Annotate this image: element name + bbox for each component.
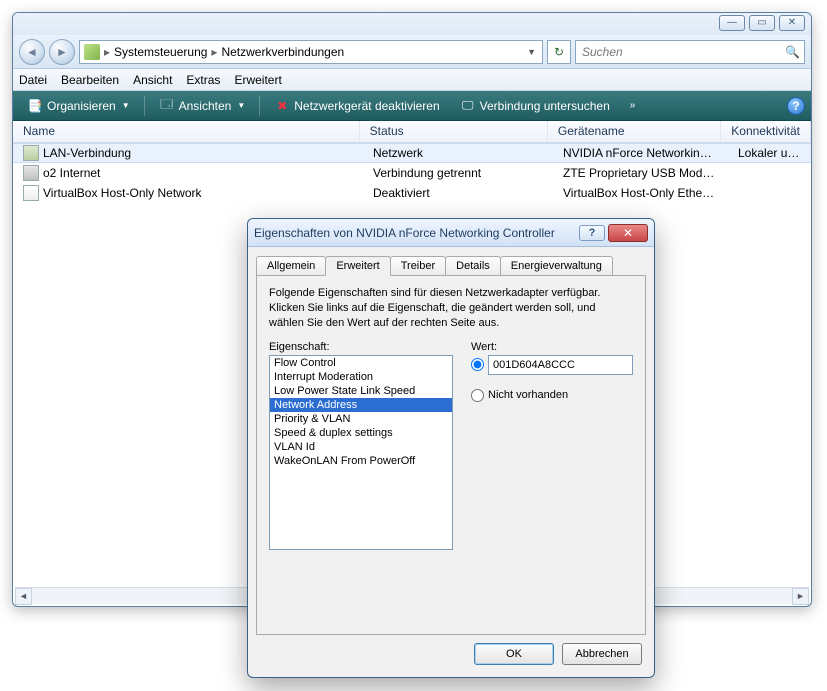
breadcrumb-seg-2[interactable]: Netzwerkverbindungen	[221, 45, 344, 59]
list-item[interactable]: Speed & duplex settings	[270, 426, 452, 440]
network-adapter-icon	[23, 165, 39, 181]
window-close-button[interactable]: ✕	[779, 15, 805, 31]
tab-driver[interactable]: Treiber	[390, 256, 446, 276]
menu-extras[interactable]: Extras	[186, 73, 220, 87]
command-separator	[259, 96, 260, 116]
connection-list: LAN-Verbindung NetzwerkNVIDIA nForce Netw…	[13, 143, 811, 203]
cmd-disable-label: Netzwerkgerät deaktivieren	[294, 99, 439, 113]
window-titlebar: — ▭ ✕	[13, 13, 811, 35]
nav-forward-button[interactable]: ►	[49, 39, 75, 65]
breadcrumb-seg-1[interactable]: Systemsteuerung	[114, 45, 207, 59]
search-icon[interactable]: 🔍	[785, 45, 800, 59]
cmd-overflow[interactable]: »	[622, 100, 644, 111]
cmd-views-label: Ansichten	[179, 99, 232, 113]
list-item[interactable]: Flow Control	[270, 356, 452, 370]
row-conn: Lokaler und In	[728, 146, 811, 160]
network-adapter-icon	[23, 185, 39, 201]
instructions-text: Folgende Eigenschaften sind für diesen N…	[269, 286, 633, 331]
cmd-organize[interactable]: 📑 Organisieren ▼	[19, 96, 138, 116]
table-row[interactable]: LAN-Verbindung NetzwerkNVIDIA nForce Netw…	[13, 143, 811, 163]
nav-row: ◄ ► ▸ Systemsteuerung ▸ Netzwerkverbindu…	[13, 35, 811, 69]
views-icon: 🗔	[159, 98, 175, 114]
nav-back-button[interactable]: ◄	[19, 39, 45, 65]
value-label: Wert:	[471, 341, 633, 353]
column-headers: Name Status Gerätename Konnektivität	[13, 121, 811, 143]
menu-edit[interactable]: Bearbeiten	[61, 73, 119, 87]
disable-icon: ✖	[274, 98, 290, 114]
chevron-down-icon: ▼	[122, 101, 130, 110]
tab-advanced[interactable]: Erweitert	[325, 256, 390, 276]
cancel-button[interactable]: Abbrechen	[562, 643, 642, 665]
col-name[interactable]: Name	[13, 121, 360, 142]
list-item[interactable]: Interrupt Moderation	[270, 370, 452, 384]
menu-bar: Datei Bearbeiten Ansicht Extras Erweiter…	[13, 69, 811, 91]
address-dropdown-icon[interactable]: ▼	[525, 47, 538, 57]
value-absent-radio[interactable]	[471, 389, 484, 402]
properties-dialog: Eigenschaften von NVIDIA nForce Networki…	[247, 218, 655, 678]
command-bar: 📑 Organisieren ▼ 🗔 Ansichten ▼ ✖ Netzwer…	[13, 91, 811, 121]
tab-general[interactable]: Allgemein	[256, 256, 326, 276]
value-input[interactable]	[488, 355, 633, 375]
menu-advanced[interactable]: Erweitert	[234, 73, 281, 87]
list-item[interactable]: Network Address	[270, 398, 452, 412]
chevron-right-icon: ▸	[104, 45, 110, 59]
dialog-title: Eigenschaften von NVIDIA nForce Networki…	[254, 226, 555, 240]
value-absent-label: Nicht vorhanden	[488, 389, 568, 401]
cmd-views[interactable]: 🗔 Ansichten ▼	[151, 96, 254, 116]
row-device: VirtualBox Host-Only Ethernet A...	[553, 186, 728, 200]
cmd-inspect-label: Verbindung untersuchen	[480, 99, 610, 113]
tab-details[interactable]: Details	[445, 256, 501, 276]
scroll-left-icon[interactable]: ◄	[15, 588, 32, 605]
row-name: LAN-Verbindung	[43, 146, 131, 160]
refresh-button[interactable]: ↻	[547, 40, 571, 64]
chevron-down-icon: ▼	[237, 101, 245, 110]
value-present-radio[interactable]	[471, 358, 484, 371]
chevron-right-icon: ▸	[211, 45, 217, 59]
organize-icon: 📑	[27, 98, 43, 114]
menu-view[interactable]: Ansicht	[133, 73, 172, 87]
cmd-inspect-connection[interactable]: 🖵 Verbindung untersuchen	[452, 96, 618, 116]
dialog-titlebar[interactable]: Eigenschaften von NVIDIA nForce Networki…	[248, 219, 654, 247]
list-item[interactable]: Low Power State Link Speed	[270, 384, 452, 398]
table-row[interactable]: o2 Internet Verbindung getrenntZTE Propri…	[13, 163, 811, 183]
network-adapter-icon	[23, 145, 39, 161]
col-status[interactable]: Status	[360, 121, 548, 142]
address-bar[interactable]: ▸ Systemsteuerung ▸ Netzwerkverbindungen…	[79, 40, 543, 64]
cmd-disable-device[interactable]: ✖ Netzwerkgerät deaktivieren	[266, 96, 447, 116]
tab-page-advanced: Folgende Eigenschaften sind für diesen N…	[256, 275, 646, 635]
control-panel-icon	[84, 44, 100, 60]
list-item[interactable]: WakeOnLAN From PowerOff	[270, 454, 452, 468]
tab-power[interactable]: Energieverwaltung	[500, 256, 613, 276]
row-status: Verbindung getrennt	[363, 166, 553, 180]
dialog-close-button[interactable]: ✕	[608, 224, 648, 242]
property-label: Eigenschaft:	[269, 341, 453, 353]
table-row[interactable]: VirtualBox Host-Only Network DeaktiviertV…	[13, 183, 811, 203]
search-box[interactable]: 🔍	[575, 40, 805, 64]
row-device: NVIDIA nForce Networking Con...	[553, 146, 728, 160]
menu-file[interactable]: Datei	[19, 73, 47, 87]
row-name: o2 Internet	[43, 166, 100, 180]
property-listbox[interactable]: Flow ControlInterrupt ModerationLow Powe…	[269, 355, 453, 550]
window-minimize-button[interactable]: —	[719, 15, 745, 31]
inspect-icon: 🖵	[460, 98, 476, 114]
col-conn[interactable]: Konnektivität	[721, 121, 811, 142]
scroll-right-icon[interactable]: ►	[792, 588, 809, 605]
col-device[interactable]: Gerätename	[548, 121, 721, 142]
row-device: ZTE Proprietary USB Modem	[553, 166, 728, 180]
window-maximize-button[interactable]: ▭	[749, 15, 775, 31]
list-item[interactable]: VLAN Id	[270, 440, 452, 454]
search-input[interactable]	[580, 44, 785, 60]
ok-button[interactable]: OK	[474, 643, 554, 665]
command-separator	[144, 96, 145, 116]
tab-strip: Allgemein Erweitert Treiber Details Ener…	[256, 256, 646, 276]
row-status: Netzwerk	[363, 146, 553, 160]
help-button[interactable]: ?	[787, 97, 805, 115]
cmd-organize-label: Organisieren	[47, 99, 116, 113]
list-item[interactable]: Priority & VLAN	[270, 412, 452, 426]
row-name: VirtualBox Host-Only Network	[43, 186, 202, 200]
row-status: Deaktiviert	[363, 186, 553, 200]
dialog-help-button[interactable]: ?	[579, 225, 605, 241]
